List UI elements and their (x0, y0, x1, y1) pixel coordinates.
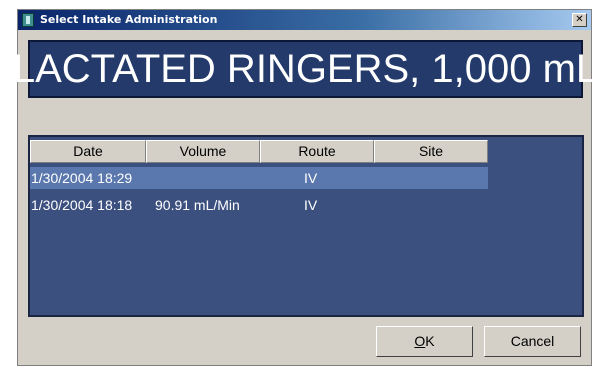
ok-label-rest: K (425, 333, 435, 349)
table-row[interactable]: 1/30/2004 18:18 90.91 mL/Min IV (30, 194, 488, 216)
ok-button-label: OK (414, 327, 434, 356)
cell-date: 1/30/2004 18:29 (31, 170, 133, 186)
table-header: Date Volume Route Site (30, 140, 488, 163)
ok-button[interactable]: OK (376, 326, 473, 357)
medication-banner: LACTATED RINGERS, 1,000 mL (13, 40, 595, 98)
cell-site (374, 167, 488, 189)
table-row[interactable]: 1/30/2004 18:29 IV (30, 167, 488, 189)
close-icon: ✕ (575, 14, 584, 25)
close-button[interactable]: ✕ (572, 13, 587, 27)
administration-table[interactable]: Date Volume Route Site 1/30/2004 18:29 I… (28, 135, 584, 317)
medication-name: LACTATED RINGERS, 1,000 mL (12, 47, 595, 91)
cell-volume: 90.91 mL/Min (155, 197, 240, 213)
cell-date: 1/30/2004 18:18 (31, 197, 133, 213)
cell-site (374, 194, 488, 216)
cell-route: IV (304, 170, 318, 186)
cell-volume (148, 167, 304, 189)
ok-mnemonic: O (414, 333, 426, 349)
column-header-volume[interactable]: Volume (146, 140, 260, 163)
column-header-route[interactable]: Route (260, 140, 374, 163)
select-intake-dialog: Select Intake Administration ✕ LACTATED … (13, 9, 595, 366)
cell-route: IV (304, 197, 318, 213)
column-header-date[interactable]: Date (30, 140, 146, 163)
title-bar[interactable]: Select Intake Administration ✕ (18, 10, 591, 30)
column-header-site[interactable]: Site (374, 140, 488, 163)
cancel-button[interactable]: Cancel (484, 326, 581, 357)
app-icon (22, 13, 34, 27)
window-title: Select Intake Administration (40, 13, 218, 26)
